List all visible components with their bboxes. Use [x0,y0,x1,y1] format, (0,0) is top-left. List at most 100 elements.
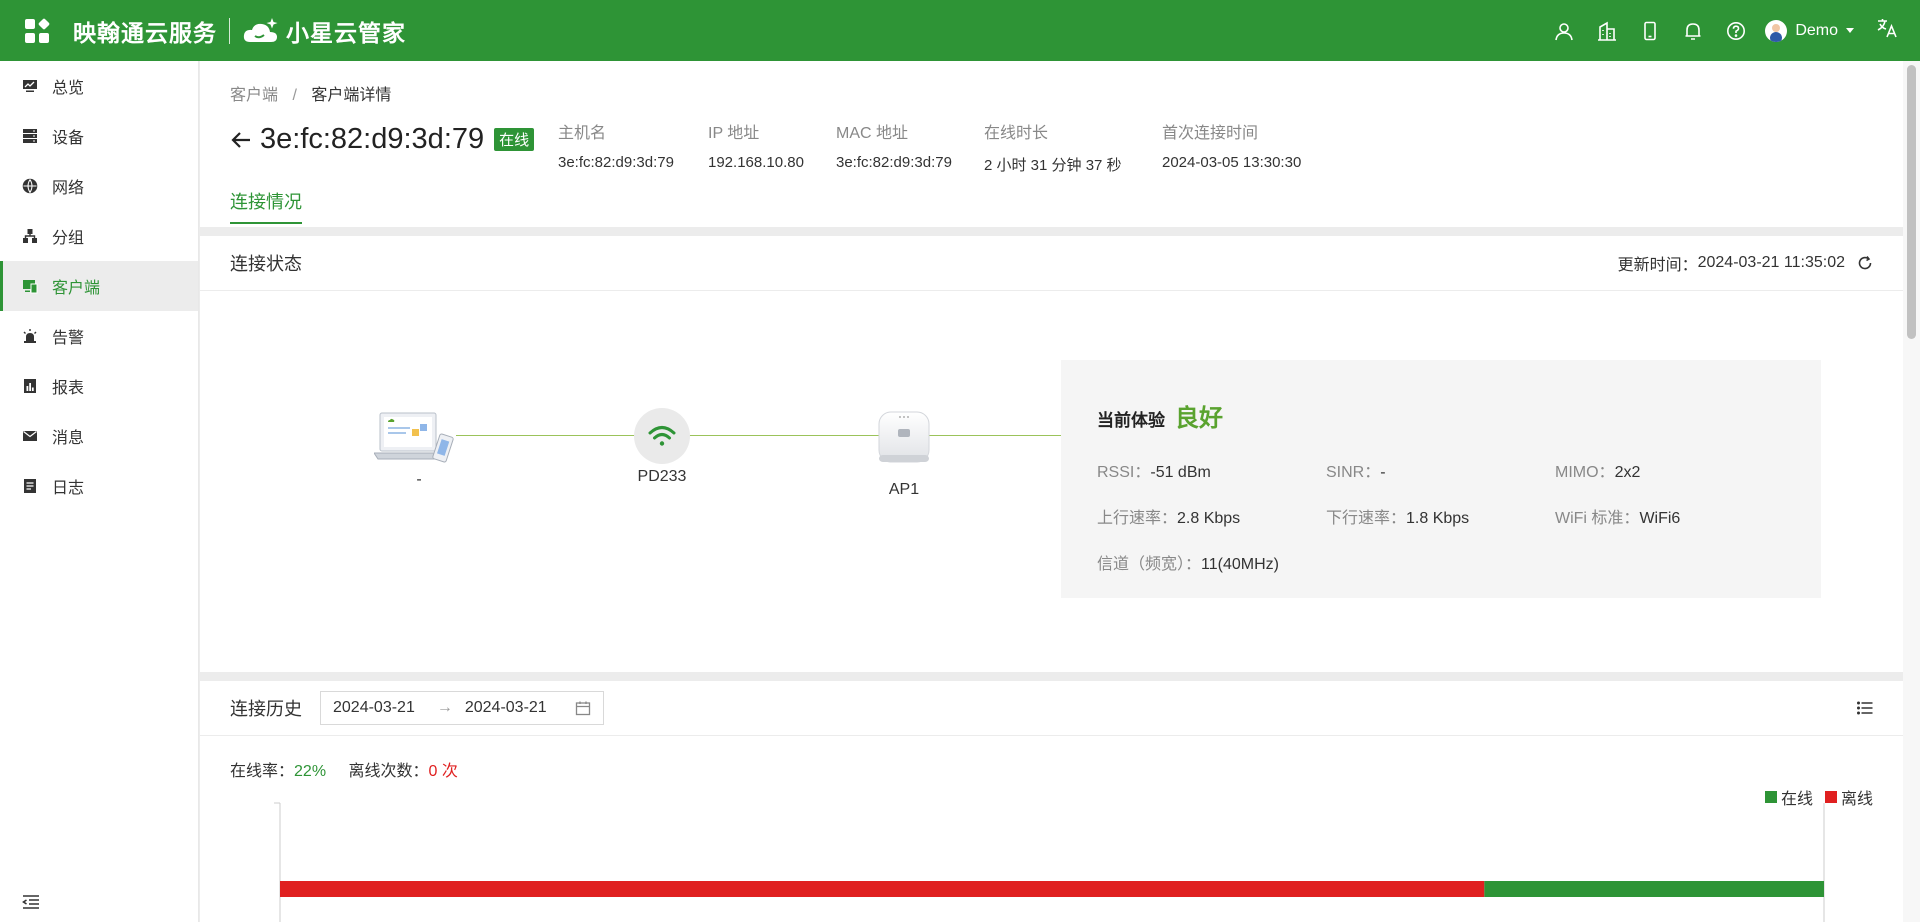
connection-topology: - PD233 AP1 [200,291,1070,672]
sidebar-item-network[interactable]: 网络 [0,161,198,211]
offline-count-value: 0 次 [428,763,458,780]
meta-value: 3e:fc:82:d9:3d:79 [558,154,674,171]
sidebar-item-label: 客户端 [52,280,101,297]
wifi-ssid-icon [634,408,690,464]
access-point-icon [876,409,932,465]
brand-name: 映翰通云服务 [73,19,217,46]
cloud-logo-icon [242,16,282,46]
language-icon[interactable] [1876,17,1898,44]
collapse-menu-icon[interactable] [22,894,40,910]
app-grid-icon[interactable] [25,17,51,43]
building-icon[interactable] [1594,18,1620,44]
sidebar: 总览 设备 网络 分组 客户端 告警 报表 消息 日志 [0,61,199,922]
breadcrumb-separator: / [292,87,297,104]
sidebar-item-logs[interactable]: 日志 [0,461,198,511]
availability-summary: 在线率：22% 离线次数：0 次 [230,757,458,781]
field-key: 下行速率： [1326,510,1407,527]
offline-count-label: 离线次数： [348,763,429,780]
breadcrumb: 客户端 / 客户端详情 [230,81,391,105]
top-bar: 映翰通云服务 小星云管家 Demo [0,0,1920,61]
range-arrow-icon: → [436,699,453,716]
brand-divider [229,17,230,44]
sidebar-item-label: 日志 [52,480,85,497]
scrollbar-thumb[interactable] [1907,65,1916,339]
date-range-picker[interactable]: 2024-03-21 → 2024-03-21 [320,691,604,725]
section-title: 连接历史 [230,699,302,719]
client-header: 客户端 / 客户端详情 3e:fc:82:d9:3d:79 在线 主机名 3e:… [200,61,1903,227]
field-key: RSSI： [1097,464,1151,481]
client-icon [22,278,38,294]
globe-icon [22,178,38,194]
sidebar-item-label: 网络 [52,180,85,197]
meta-value: 192.168.10.80 [708,154,804,171]
uplink-field: 上行速率：2.8 Kbps [1097,504,1240,528]
field-key: MIMO： [1555,464,1615,481]
sidebar-item-reports[interactable]: 报表 [0,361,198,411]
sidebar-item-messages[interactable]: 消息 [0,411,198,461]
help-icon[interactable] [1723,18,1749,44]
ap-node-label: AP1 [888,481,920,498]
avatar [1765,19,1788,42]
sidebar-item-overview[interactable]: 总览 [0,61,198,111]
product-name: 小星云管家 [286,19,406,46]
back-arrow-icon[interactable] [230,129,252,151]
rssi-field: RSSI：-51 dBm [1097,458,1211,482]
sidebar-item-clients[interactable]: 客户端 [0,261,198,311]
meta-value: 2 小时 31 分钟 37 秒 [984,157,1122,174]
bell-icon[interactable] [1680,18,1706,44]
vertical-scrollbar[interactable] [1903,61,1920,922]
meta-hostname: 主机名 3e:fc:82:d9:3d:79 [558,119,674,171]
hierarchy-icon [22,228,38,244]
sidebar-item-label: 设备 [52,130,85,147]
server-icon [22,128,38,144]
user-icon[interactable] [1551,18,1577,44]
end-date[interactable]: 2024-03-21 [465,699,547,717]
mimo-field: MIMO：2x2 [1555,458,1640,482]
experience-value: 良好 [1175,405,1223,432]
sidebar-item-label: 分组 [52,230,85,247]
field-key: 信道（频宽）： [1097,556,1202,573]
section-title: 连接状态 [230,254,302,274]
field-value: 1.8 Kbps [1406,510,1470,527]
field-value: - [1380,464,1386,481]
update-time: 更新时间： 2024-03-21 11:35:02 [1618,251,1873,275]
meta-first-connect: 首次连接时间 2024-03-05 13:30:30 [1162,119,1301,171]
online-rate-label: 在线率： [230,763,295,780]
list-view-icon[interactable] [1856,701,1873,715]
meta-value: 2024-03-05 13:30:30 [1162,154,1302,171]
tab-connection[interactable]: 连接情况 [230,188,302,224]
calendar-icon[interactable] [575,700,591,716]
sidebar-item-alarms[interactable]: 告警 [0,311,198,361]
field-value: 2.8 Kbps [1177,510,1241,527]
field-key: 上行速率： [1097,510,1178,527]
update-label: 更新时间： [1617,257,1698,274]
breadcrumb-parent[interactable]: 客户端 [230,87,278,104]
start-date[interactable]: 2024-03-21 [333,699,415,717]
meta-value: 3e:fc:82:d9:3d:79 [836,154,952,171]
sidebar-item-devices[interactable]: 设备 [0,111,198,161]
sidebar-item-label: 总览 [52,80,85,97]
link-ssid-ap [666,435,1066,436]
field-key: WiFi 标准： [1555,510,1640,527]
meta-key: MAC 地址 [836,125,909,142]
field-value: 11(40MHz) [1201,556,1279,573]
meta-key: 在线时长 [984,125,1049,142]
refresh-icon[interactable] [1857,255,1873,271]
experience-title: 当前体验 良好 [1097,398,1223,433]
update-time-value: 2024-03-21 11:35:02 [1697,254,1845,271]
sidebar-item-label: 消息 [52,430,85,447]
sidebar-item-groups[interactable]: 分组 [0,211,198,261]
online-segment [1484,881,1824,897]
channel-field: 信道（频宽）：11(40MHz) [1097,550,1279,574]
status-badge: 在线 [494,128,535,151]
offline-segment [280,881,1485,897]
user-menu[interactable]: Demo [1765,19,1854,42]
connection-history-card: 连接历史 2024-03-21 → 2024-03-21 在线率：22% 离线次… [200,681,1903,922]
mail-icon [22,428,38,444]
client-node-label: - [416,471,422,488]
chevron-down-icon [1846,28,1854,33]
phone-icon[interactable] [1637,18,1663,44]
monitor-icon [22,78,38,94]
connection-status-card: 连接状态 更新时间： 2024-03-21 11:35:02 - PD233 A… [200,236,1903,672]
breadcrumb-current: 客户端详情 [311,87,392,104]
